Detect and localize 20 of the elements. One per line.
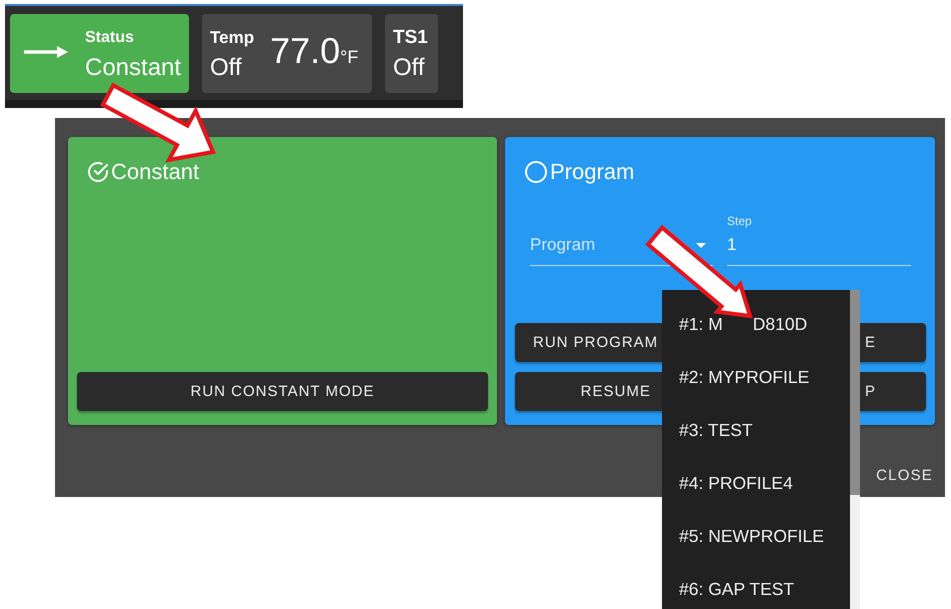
scrollbar[interactable] [850,290,860,609]
tile-value: Off [393,53,425,83]
caret-icon [696,243,706,248]
temperature-unit: °F [340,47,358,67]
card-title: Constant [111,159,200,185]
action-button[interactable]: RUN CONSTANT MODE [77,372,488,411]
tile-value: Constant [85,53,182,83]
field-label: Step [727,214,752,228]
dropdown-item[interactable]: #6: GAP TEST [662,563,850,609]
temperature-reading: 77.0 [270,31,340,71]
close-button[interactable]: CLOSE [874,457,935,493]
tile-label: Temp [210,28,254,48]
tile-value: Off [210,53,242,83]
dropdown-item[interactable]: #4: PROFILE4 [662,457,850,510]
tile-label: Status [85,28,134,48]
right-arrow-icon [24,46,68,58]
tile-label: TS1 [393,28,428,48]
card-title: Program [550,159,634,185]
scrollbar-thumb[interactable] [850,290,860,495]
dropdown-item[interactable]: #5: NEWPROFILE [662,510,850,563]
